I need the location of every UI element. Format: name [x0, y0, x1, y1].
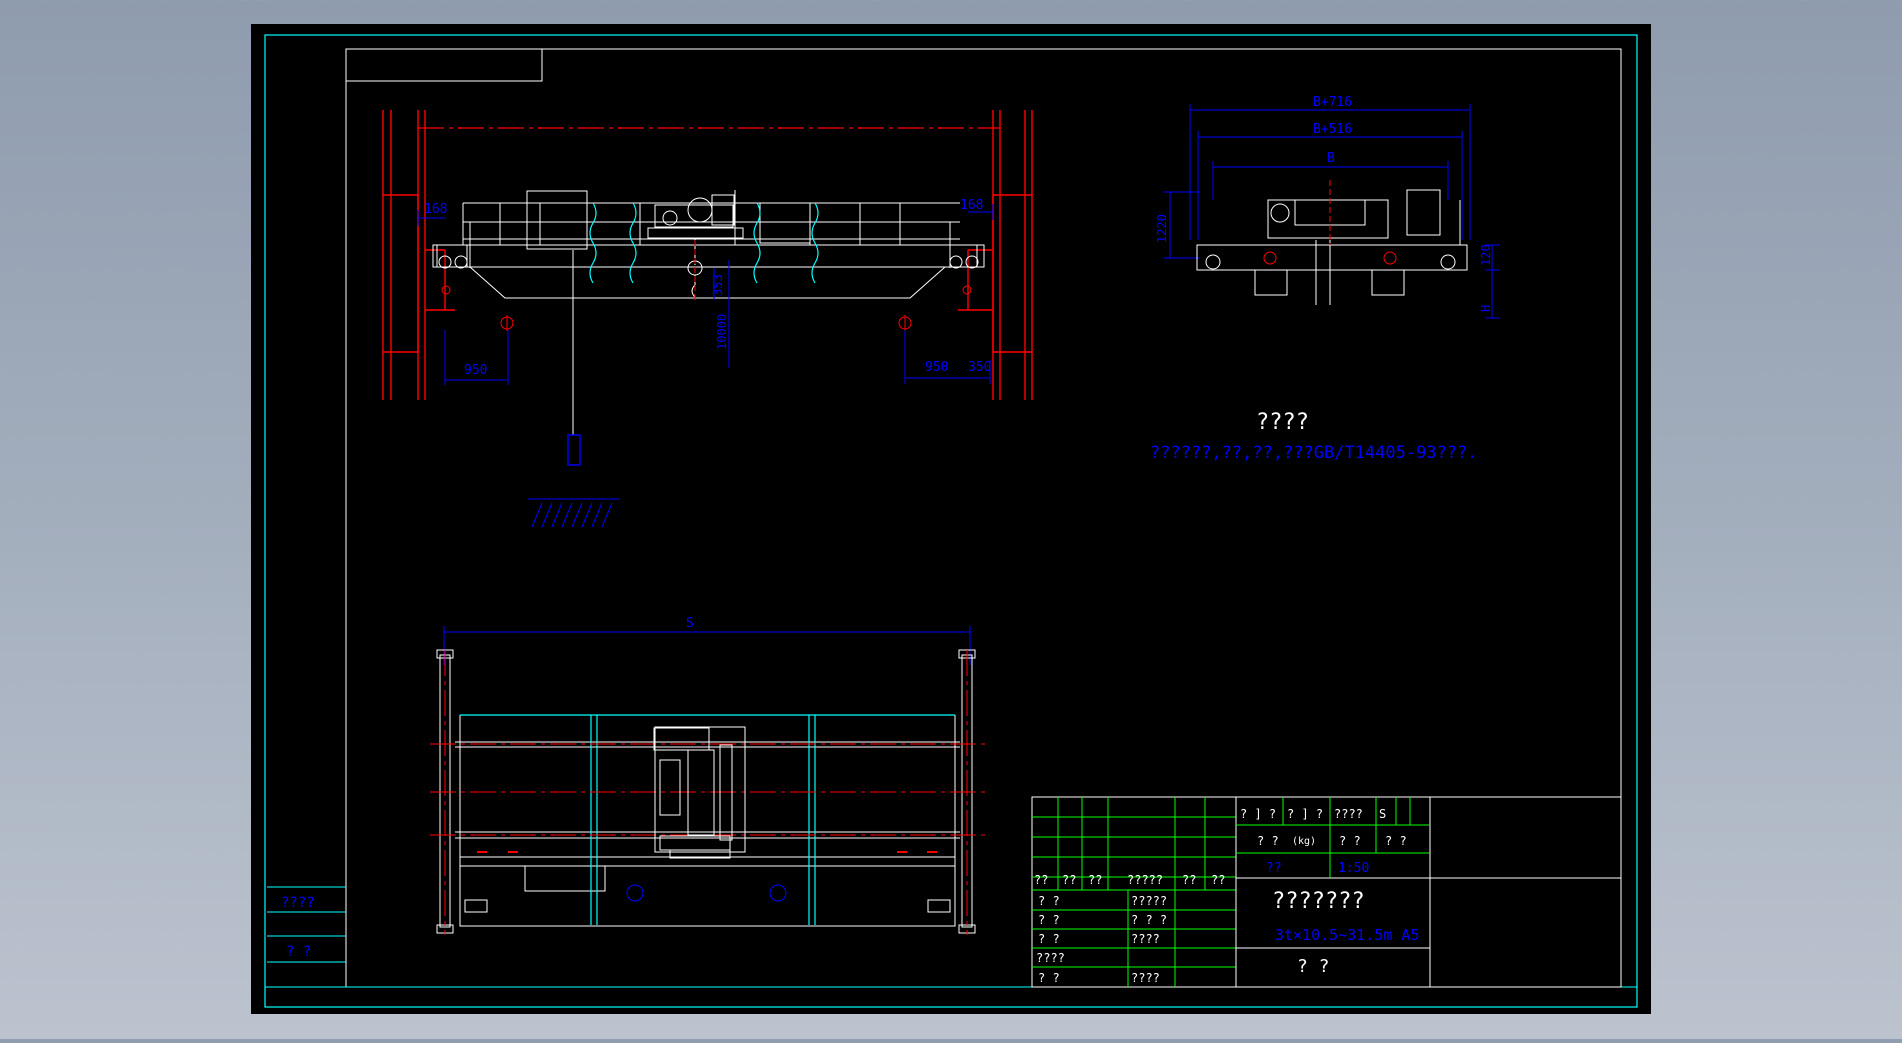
tb-row3-a: ? ?: [1038, 932, 1060, 946]
dim-10000: 10000: [715, 314, 729, 350]
tb-header-4: ?????: [1127, 873, 1163, 887]
tb-info-4: S: [1379, 807, 1386, 821]
dim-168-left: 168: [424, 202, 447, 217]
tb-row2-b: ? ? ?: [1131, 913, 1167, 927]
company-name: ? ?: [1297, 956, 1330, 977]
dim-350: 350: [968, 360, 991, 375]
dim-168-right: 168: [960, 198, 983, 213]
tb-row3-b: ????: [1131, 932, 1160, 946]
tb-row1-b: ?????: [1131, 894, 1167, 908]
dim-span-s: S: [686, 616, 694, 631]
tb-scale-value: 1:50: [1338, 861, 1369, 876]
tb-row4-a: ????: [1036, 951, 1065, 965]
tb-header-2: ??: [1062, 873, 1076, 887]
dim-120: 120: [1479, 244, 1493, 266]
tb-header-5: ??: [1182, 873, 1196, 887]
dim-b716: B+716: [1313, 95, 1352, 110]
tb-header-3: ??: [1088, 873, 1102, 887]
tb-scale-label: ? ?: [1339, 834, 1361, 848]
dim-b: B: [1327, 151, 1335, 166]
dim-h: H: [1479, 305, 1493, 312]
drawing-model: 3t×10.5~31.5m A5: [1275, 926, 1420, 944]
tb-info-1: ? ] ?: [1240, 807, 1276, 821]
tb-row5-b: ????: [1131, 971, 1160, 985]
strip-label-1: ????: [281, 895, 315, 911]
drawing-name: ???????: [1272, 889, 1365, 914]
strip-label-2: ? ?: [286, 944, 311, 960]
tb-weight-label: ? ?: [1257, 834, 1279, 848]
tb-header-6: ??: [1211, 873, 1225, 887]
tb-info-3: ????: [1334, 807, 1363, 821]
tb-weight-unit: (kg): [1292, 836, 1316, 847]
dim-950-right: 950: [925, 360, 948, 375]
dim-950-left: 950: [464, 363, 487, 378]
cad-viewer[interactable]: ???? ? ? 168 168 950 950 350 353 10000 B…: [0, 0, 1902, 1039]
tb-row2-a: ? ?: [1038, 913, 1060, 927]
tb-info-2: ? ] ?: [1287, 807, 1323, 821]
tb-header-1: ??: [1034, 873, 1048, 887]
dim-353: 353: [711, 274, 725, 296]
tb-sheet-label: ? ?: [1385, 834, 1407, 848]
tb-row1-a: ? ?: [1038, 894, 1060, 908]
tb-info-row3-a: ??: [1266, 861, 1282, 876]
dim-1220: 1220: [1155, 214, 1169, 243]
notes-title: ????: [1256, 410, 1309, 435]
tb-row5-a: ? ?: [1038, 971, 1060, 985]
notes-body: ??????,??,??,???GB/T14405-93???.: [1150, 443, 1478, 463]
dim-b516: B+516: [1313, 122, 1352, 137]
